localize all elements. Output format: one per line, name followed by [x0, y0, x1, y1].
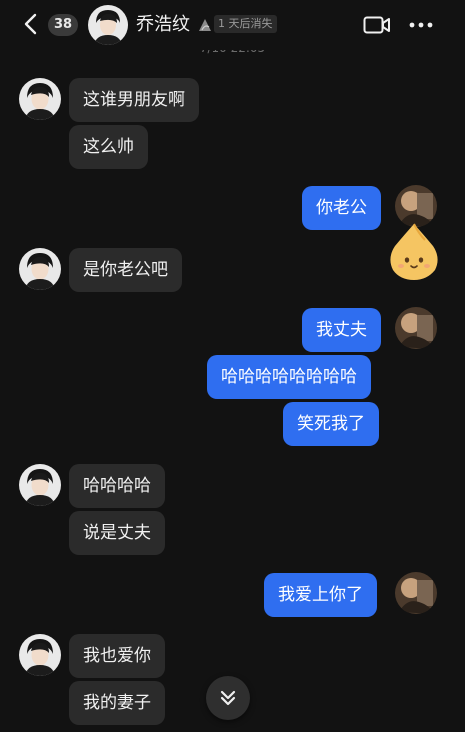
contact-message-avatar[interactable] — [19, 248, 61, 290]
incoming-message-bubble[interactable]: 这么帅 — [69, 125, 148, 169]
timer-icon — [199, 19, 211, 31]
back-arrow-icon[interactable] — [20, 12, 44, 36]
incoming-message-bubble[interactable]: 我的妻子 — [69, 681, 165, 725]
chat-header: 38 乔浩纹 1 天后消失 — [0, 0, 465, 50]
contact-message-avatar[interactable] — [19, 464, 61, 506]
incoming-message-bubble[interactable]: 我也爱你 — [69, 634, 165, 678]
yellow-blob-sticker[interactable] — [383, 220, 445, 282]
contact-avatar[interactable] — [88, 5, 128, 45]
contact-name[interactable]: 乔浩纹 — [136, 12, 190, 38]
outgoing-message-bubble[interactable]: 我丈夫 — [302, 308, 381, 352]
my-avatar[interactable] — [395, 307, 437, 349]
incoming-message-bubble[interactable]: 哈哈哈哈 — [69, 464, 165, 508]
scroll-to-bottom-button[interactable] — [206, 676, 250, 720]
incoming-message-bubble[interactable]: 这谁男朋友啊 — [69, 78, 199, 122]
my-avatar[interactable] — [395, 572, 437, 614]
more-icon[interactable] — [408, 15, 434, 35]
video-call-icon[interactable] — [363, 14, 391, 36]
contact-message-avatar[interactable] — [19, 634, 61, 676]
outgoing-message-bubble[interactable]: 你老公 — [302, 186, 381, 230]
outgoing-message-bubble[interactable]: 我爱上你了 — [264, 573, 377, 617]
outgoing-message-bubble[interactable]: 哈哈哈哈哈哈哈哈 — [207, 355, 371, 399]
disappear-timer-label: 1 天后消失 — [214, 15, 277, 33]
incoming-message-bubble[interactable]: 说是丈夫 — [69, 511, 165, 555]
unread-count-badge: 38 — [48, 14, 78, 36]
contact-message-avatar[interactable] — [19, 78, 61, 120]
chevron-double-down-icon — [220, 690, 236, 706]
outgoing-message-bubble[interactable]: 笑死我了 — [283, 402, 379, 446]
incoming-message-bubble[interactable]: 是你老公吧 — [69, 248, 182, 292]
